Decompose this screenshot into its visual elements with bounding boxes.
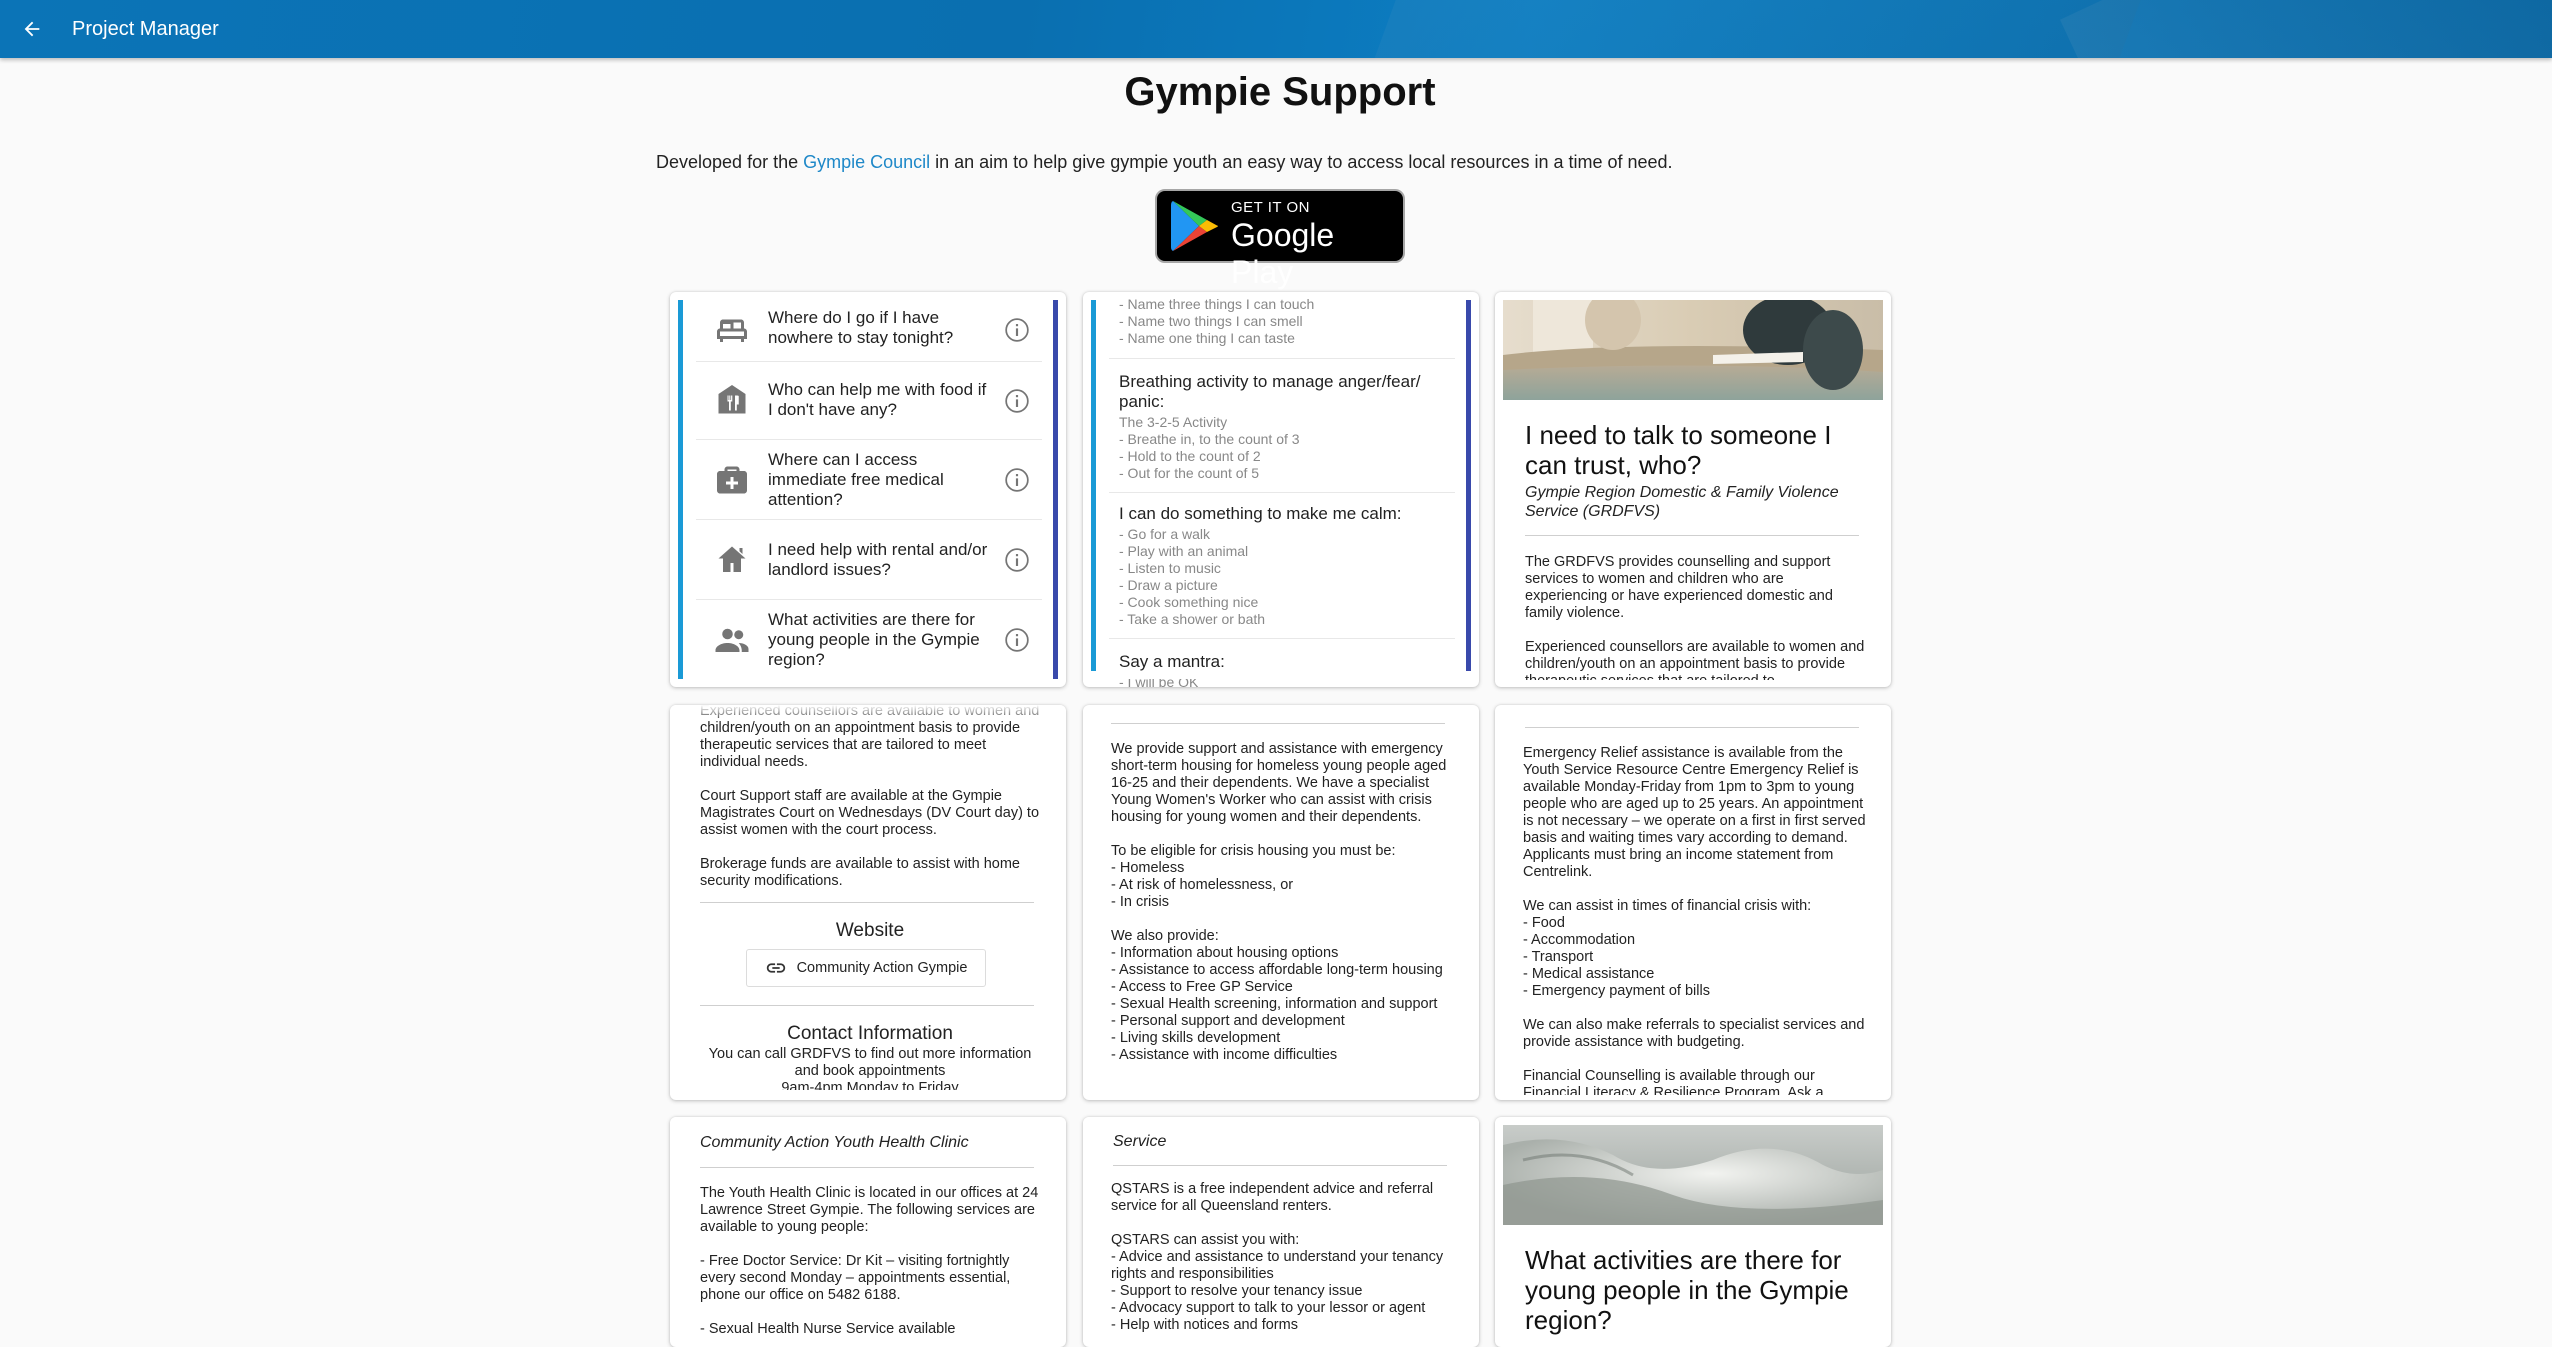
mantra-section: Say a mantra: - I will be OK <box>1119 652 1439 687</box>
menu-item-label: I need help with rental and/or landlord … <box>768 540 988 579</box>
breathing-title: Breathing activity to manage anger/fear/… <box>1119 372 1421 411</box>
skatepark-photo <box>1503 1125 1883 1225</box>
website-link-button[interactable]: Community Action Gympie <box>746 949 986 987</box>
calm-body: - Go for a walk - Play with an animal - … <box>1119 526 1266 627</box>
page-title: Gympie Support <box>1124 70 1436 114</box>
people-icon <box>715 628 749 652</box>
card-body: Emergency Relief assistance is available… <box>1523 745 1866 1095</box>
menu-item-activities[interactable]: What activities are there for young peop… <box>696 600 1042 680</box>
menu-item-rental[interactable]: I need help with rental and/or landlord … <box>696 520 1042 600</box>
card-accent-left <box>1091 300 1096 679</box>
info-icon[interactable] <box>1004 317 1030 343</box>
back-button[interactable] <box>14 11 50 47</box>
menu-item-label: Who can help me with food if I don't hav… <box>768 380 987 419</box>
divider <box>1109 638 1455 639</box>
app-title: Project Manager <box>72 18 219 40</box>
menu-item-label: Where can I access immediate free medica… <box>768 450 944 509</box>
intro-text-before: Developed for the <box>656 152 804 172</box>
divider <box>700 1167 1034 1168</box>
google-play-badge[interactable]: GET IT ON Google Play <box>1155 189 1405 290</box>
divider <box>1525 727 1859 728</box>
card-accent-right <box>1053 300 1058 679</box>
menu-item-label: Where do I go if I have nowhere to stay … <box>768 308 954 347</box>
talk-photo <box>1503 300 1883 400</box>
card-body: QSTARS is a free independent advice and … <box>1111 1181 1444 1333</box>
divider <box>700 1005 1034 1006</box>
card-body: We provide support and assistance with e… <box>1111 741 1447 1063</box>
google-play-line1: GET IT ON <box>1231 199 1310 216</box>
card-accent-left <box>678 300 683 679</box>
menu-item-label: What activities are there for young peop… <box>768 610 980 669</box>
scroll-fade <box>1083 1117 1479 1135</box>
calm-section: I can do something to make me calm: - Go… <box>1119 504 1439 628</box>
info-icon[interactable] <box>1004 467 1030 493</box>
trust-card: I need to talk to someone I can trust, w… <box>1495 292 1891 687</box>
link-icon <box>766 963 785 973</box>
menu-item-stay-tonight[interactable]: Where do I go if I have nowhere to stay … <box>696 298 1042 362</box>
google-play-line2: Google Play <box>1231 217 1335 290</box>
intro-text-after: in an aim to help give gympie youth an e… <box>930 152 1673 172</box>
info-icon[interactable] <box>1004 388 1030 414</box>
divider <box>1525 535 1859 536</box>
gympie-council-link[interactable]: Gympie Council <box>803 152 930 172</box>
card-body: The Youth Health Clinic is located in ou… <box>700 1185 1039 1337</box>
grounding-list: - Name three things I can touch - Name t… <box>1119 296 1315 346</box>
divider <box>1113 1165 1447 1166</box>
divider <box>1111 723 1445 724</box>
website-link-label: Community Action Gympie <box>796 960 968 976</box>
breathing-section: Breathing activity to manage anger/fear/… <box>1119 372 1439 482</box>
medical-bag-icon <box>717 466 747 494</box>
card-body: Experienced counsellors are available to… <box>700 705 1040 889</box>
qstars-card: Service QSTARS is a free independent adv… <box>1083 1117 1479 1347</box>
skatepark-photo-image <box>1503 1125 1883 1225</box>
calm-title: I can do something to make me calm: <box>1119 504 1402 523</box>
org-name: Community Action Youth Health Clinic <box>700 1134 969 1151</box>
youth-health-card: Community Action Youth Health Clinic The… <box>670 1117 1066 1347</box>
housing-card: We provide support and assistance with e… <box>1083 705 1479 1100</box>
restaurant-icon <box>718 385 746 414</box>
scroll-fade <box>1083 671 1479 679</box>
org-name: Gympie Region Domestic & Family Violence… <box>1525 484 1839 520</box>
mantra-title: Say a mantra: <box>1119 652 1225 671</box>
emergency-relief-card: Emergency Relief assistance is available… <box>1495 705 1891 1100</box>
grdfvs-detail-card: Experienced counsellors are available to… <box>670 705 1066 1100</box>
menu-item-food[interactable]: Who can help me with food if I don't hav… <box>696 362 1042 440</box>
website-heading: Website <box>835 920 905 941</box>
card-title: I need to talk to someone I can trust, w… <box>1525 420 1832 480</box>
contact-heading: Contact Information <box>787 1023 953 1044</box>
contact-body: You can call GRDFVS to find out more inf… <box>708 1046 1032 1090</box>
house-icon <box>718 546 746 572</box>
divider <box>1109 492 1455 493</box>
bed-icon <box>717 319 747 342</box>
info-icon[interactable] <box>1004 547 1030 573</box>
breathing-body: The 3-2-5 Activity - Breathe in, to the … <box>1119 414 1300 481</box>
scroll-fade <box>670 1117 1066 1135</box>
card-body: The GRDFVS provides counselling and supp… <box>1525 554 1865 680</box>
menu-card: Where do I go if I have nowhere to stay … <box>670 292 1066 687</box>
card-title: What activities are there for young peop… <box>1525 1245 1849 1335</box>
arrow-left-icon <box>24 21 40 37</box>
menu-item-medical[interactable]: Where can I access immediate free medica… <box>696 440 1042 520</box>
card-accent-right <box>1466 300 1471 679</box>
app-bar: Project Manager <box>0 0 2552 58</box>
info-icon[interactable] <box>1004 627 1030 653</box>
intro-text: Developed for the Gympie Council in an a… <box>656 152 1673 173</box>
coping-card: - Name three things I can touch - Name t… <box>1083 292 1479 687</box>
divider <box>700 902 1034 903</box>
google-play-icon <box>1171 201 1218 251</box>
activities-card: What activities are there for young peop… <box>1495 1117 1891 1347</box>
talk-photo-image <box>1503 300 1883 400</box>
divider <box>1109 358 1455 359</box>
scroll-fade <box>670 705 1066 723</box>
